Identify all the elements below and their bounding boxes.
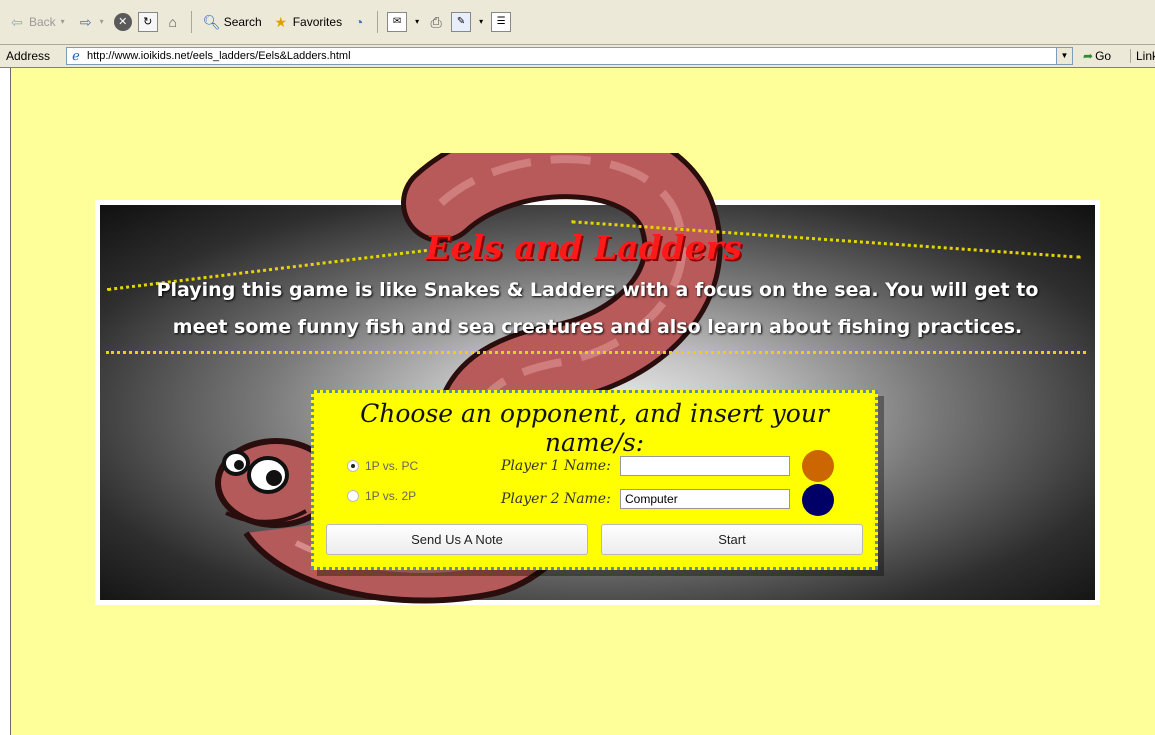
game-description: Playing this game is like Snakes & Ladde… bbox=[95, 272, 1100, 346]
forward-button[interactable]: ⇨ ▾ bbox=[75, 13, 108, 31]
back-dropdown-icon[interactable]: ▾ bbox=[59, 13, 67, 31]
back-arrow-icon: ⇦ bbox=[11, 14, 23, 30]
ie-page-icon: ℯ bbox=[72, 48, 80, 63]
back-label: Back bbox=[29, 15, 56, 29]
address-dropdown-icon[interactable]: ▼ bbox=[1056, 48, 1072, 64]
option-1p-vs-2p[interactable]: 1P vs. 2P bbox=[347, 489, 416, 503]
page-content: Eels and Ladders Playing this game is li… bbox=[10, 68, 1155, 735]
search-label: Search bbox=[223, 15, 262, 29]
forward-arrow-icon: ⇨ bbox=[79, 14, 92, 30]
address-input[interactable]: ℯ http://www.ioikids.net/eels_ladders/Ee… bbox=[66, 47, 1073, 65]
discuss-icon[interactable]: ☰ bbox=[491, 12, 512, 32]
search-icon: 🔍︎ bbox=[202, 14, 221, 30]
home-icon[interactable]: ⌂ bbox=[164, 13, 182, 31]
favorites-button[interactable]: ★ Favorites bbox=[270, 13, 344, 31]
toolbar-separator bbox=[377, 11, 379, 33]
favorites-label: Favorites bbox=[292, 15, 343, 29]
refresh-icon[interactable]: ↻ bbox=[137, 12, 158, 32]
edit-icon[interactable]: ✎ bbox=[451, 12, 472, 32]
edit-dropdown-icon[interactable]: ▾ bbox=[477, 13, 485, 31]
radio-button[interactable] bbox=[347, 490, 359, 502]
player-2-label: Player 2 Name: bbox=[501, 491, 611, 507]
intro-line-2: meet some funny fish and sea creatures a… bbox=[172, 316, 1023, 338]
player-1-label: Player 1 Name: bbox=[501, 458, 611, 474]
go-arrow-icon: ➦ bbox=[1083, 49, 1094, 63]
print-icon[interactable]: ⎙ bbox=[427, 13, 445, 31]
player-2-name-input[interactable] bbox=[620, 489, 790, 509]
opponent-panel: Choose an opponent, and insert your name… bbox=[311, 390, 878, 570]
history-icon[interactable]: ◔ bbox=[350, 13, 368, 31]
browser-toolbar: ⇦ Back ▾ ⇨ ▾ ✕ ↻ ⌂ 🔍︎ Search ★ Favorites… bbox=[0, 0, 1155, 45]
go-label: Go bbox=[1095, 49, 1112, 63]
player-1-name-input[interactable] bbox=[620, 456, 790, 476]
forward-dropdown-icon[interactable]: ▾ bbox=[98, 13, 106, 31]
back-button[interactable]: ⇦ Back ▾ bbox=[6, 13, 69, 31]
intro-line-1: Playing this game is like Snakes & Ladde… bbox=[156, 279, 1039, 301]
favorites-star-icon: ★ bbox=[274, 14, 287, 30]
search-button[interactable]: 🔍︎ Search bbox=[201, 13, 264, 31]
links-label[interactable]: Link bbox=[1130, 49, 1155, 63]
option-label: 1P vs. PC bbox=[365, 459, 419, 473]
player-1-token bbox=[802, 450, 834, 482]
toolbar-buttons: ⇦ Back ▾ ⇨ ▾ ✕ ↻ ⌂ 🔍︎ Search ★ Favorites… bbox=[6, 10, 512, 34]
option-label: 1P vs. 2P bbox=[365, 489, 417, 503]
mail-icon[interactable]: ✉ bbox=[387, 12, 408, 32]
radio-button-selected[interactable] bbox=[347, 460, 359, 472]
start-button[interactable]: Start bbox=[601, 524, 863, 555]
mail-dropdown-icon[interactable]: ▾ bbox=[413, 13, 421, 31]
panel-heading: Choose an opponent, and insert your name… bbox=[360, 399, 829, 457]
stop-icon[interactable]: ✕ bbox=[113, 13, 132, 31]
address-bar: Address ℯ http://www.ioikids.net/eels_la… bbox=[0, 45, 1155, 68]
sparkle-border-bottom bbox=[106, 351, 1086, 354]
game-title: Eels and Ladders bbox=[425, 228, 742, 267]
address-label: Address bbox=[6, 49, 51, 63]
toolbar-separator bbox=[190, 11, 192, 33]
go-button[interactable]: ➦ Go bbox=[1083, 49, 1111, 63]
address-url: http://www.ioikids.net/eels_ladders/Eels… bbox=[87, 50, 351, 62]
player-2-token bbox=[802, 484, 834, 516]
send-note-button[interactable]: Send Us A Note bbox=[326, 524, 588, 555]
option-1p-vs-pc[interactable]: 1P vs. PC bbox=[347, 459, 418, 473]
